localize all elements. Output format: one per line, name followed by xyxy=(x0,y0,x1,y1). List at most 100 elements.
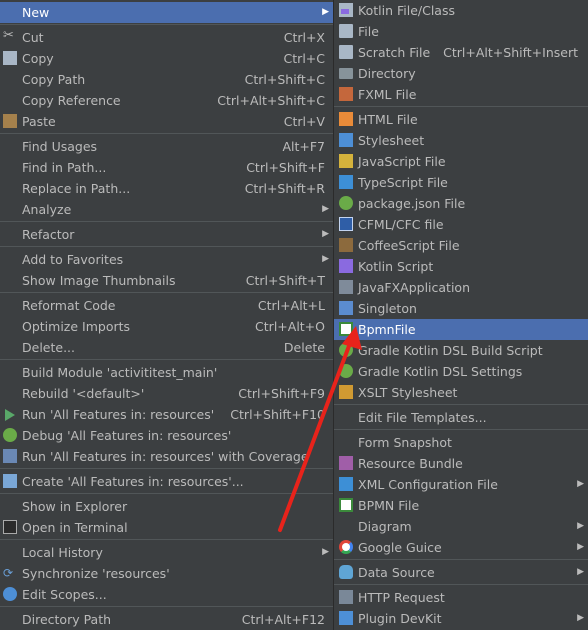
menu-item-copy-reference[interactable]: Copy Reference Ctrl+Alt+Shift+C xyxy=(0,90,333,111)
shortcut: Ctrl+Shift+T xyxy=(245,273,325,288)
css-file-icon xyxy=(339,133,353,147)
menu-item-label: BPMN File xyxy=(358,498,420,513)
menu-item-find-usages[interactable]: Find Usages Alt+F7 xyxy=(0,136,333,157)
submenu-item-bpmn-file[interactable]: BPMN File xyxy=(334,495,588,516)
menu-item-open-in-terminal[interactable]: Open in Terminal xyxy=(0,517,333,538)
gradle-icon xyxy=(339,364,353,378)
menu-item-run-coverage[interactable]: Run 'All Features in: resources' with Co… xyxy=(0,446,333,467)
menu-item-copy-path[interactable]: Copy Path Ctrl+Shift+C xyxy=(0,69,333,90)
menu-item-debug-all[interactable]: Debug 'All Features in: resources' xyxy=(0,425,333,446)
sync-icon: ⟳ xyxy=(3,566,14,580)
shortcut: Ctrl+V xyxy=(283,114,325,129)
menu-item-label: Optimize Imports xyxy=(22,319,131,334)
submenu-item-scratch-file[interactable]: Scratch File Ctrl+Alt+Shift+Insert xyxy=(334,42,588,63)
menu-item-replace-in-path[interactable]: Replace in Path... Ctrl+Shift+R xyxy=(0,178,333,199)
menu-item-refactor[interactable]: Refactor ▶ xyxy=(0,224,333,245)
kotlin-script-icon xyxy=(339,259,353,273)
submenu-item-google-guice[interactable]: Google Guice ▶ xyxy=(334,537,588,558)
menu-item-edit-scopes[interactable]: Edit Scopes... xyxy=(0,584,333,605)
submenu-item-xml-config[interactable]: XML Configuration File ▶ xyxy=(334,474,588,495)
menu-item-rebuild[interactable]: Rebuild '<default>' Ctrl+Shift+F9 xyxy=(0,383,333,404)
submenu-item-package-json[interactable]: package.json File xyxy=(334,193,588,214)
submenu-item-stylesheet[interactable]: Stylesheet xyxy=(334,130,588,151)
submenu-item-file[interactable]: File xyxy=(334,21,588,42)
menu-item-label: Gradle Kotlin DSL Build Script xyxy=(358,343,543,358)
submenu-item-data-source[interactable]: Data Source ▶ xyxy=(334,562,588,583)
submenu-item-kotlin-script[interactable]: Kotlin Script xyxy=(334,256,588,277)
menu-item-analyze[interactable]: Analyze ▶ xyxy=(0,199,333,220)
submenu-item-diagram[interactable]: Diagram ▶ xyxy=(334,516,588,537)
submenu-item-gradle-settings[interactable]: Gradle Kotlin DSL Settings xyxy=(334,361,588,382)
submenu-item-singleton[interactable]: Singleton xyxy=(334,298,588,319)
menu-item-local-history[interactable]: Local History ▶ xyxy=(0,542,333,563)
submenu-item-javascript[interactable]: JavaScript File xyxy=(334,151,588,172)
separator xyxy=(334,404,588,405)
menu-item-label: Local History xyxy=(22,545,103,560)
menu-item-find-in-path[interactable]: Find in Path... Ctrl+Shift+F xyxy=(0,157,333,178)
scissors-icon: ✂ xyxy=(3,28,14,43)
typescript-file-icon xyxy=(339,175,353,189)
menu-item-new[interactable]: New ▶ xyxy=(0,2,333,23)
separator xyxy=(0,493,333,494)
menu-item-directory-path[interactable]: Directory Path Ctrl+Alt+F12 xyxy=(0,609,333,630)
menu-item-label: Show Image Thumbnails xyxy=(22,273,176,288)
submenu-item-typescript[interactable]: TypeScript File xyxy=(334,172,588,193)
submenu-item-gradle-build[interactable]: Gradle Kotlin DSL Build Script xyxy=(334,340,588,361)
http-request-icon xyxy=(339,590,353,604)
run-config-icon xyxy=(3,474,17,488)
submenu-item-bpmnfile[interactable]: BpmnFile xyxy=(334,319,588,340)
submenu-item-xslt[interactable]: XSLT Stylesheet xyxy=(334,382,588,403)
menu-item-show-thumbnails[interactable]: Show Image Thumbnails Ctrl+Shift+T xyxy=(0,270,333,291)
submenu-arrow-icon: ▶ xyxy=(322,204,329,214)
new-submenu: Kotlin File/Class File Scratch File Ctrl… xyxy=(334,0,588,630)
menu-item-run-all[interactable]: Run 'All Features in: resources' Ctrl+Sh… xyxy=(0,404,333,425)
submenu-item-fxml[interactable]: FXML File xyxy=(334,84,588,105)
submenu-item-plugin-devkit[interactable]: Plugin DevKit ▶ xyxy=(334,608,588,629)
database-icon xyxy=(339,565,353,579)
menu-item-delete[interactable]: Delete... Delete xyxy=(0,337,333,358)
menu-item-add-to-favorites[interactable]: Add to Favorites ▶ xyxy=(0,249,333,270)
submenu-item-kotlin-file[interactable]: Kotlin File/Class xyxy=(334,0,588,21)
menu-item-label: Build Module 'activititest_main' xyxy=(22,365,218,380)
submenu-item-form-snapshot[interactable]: Form Snapshot xyxy=(334,432,588,453)
menu-item-label: Scratch File xyxy=(358,45,431,60)
menu-item-label: Kotlin Script xyxy=(358,259,434,274)
menu-item-label: Edit Scopes... xyxy=(22,587,107,602)
submenu-item-javafx[interactable]: JavaFXApplication xyxy=(334,277,588,298)
menu-item-label: Singleton xyxy=(358,301,417,316)
menu-item-create-all[interactable]: Create 'All Features in: resources'... xyxy=(0,471,333,492)
separator xyxy=(0,221,333,222)
menu-item-optimize-imports[interactable]: Optimize Imports Ctrl+Alt+O xyxy=(0,316,333,337)
submenu-item-resource-bundle[interactable]: Resource Bundle xyxy=(334,453,588,474)
separator xyxy=(334,584,588,585)
shortcut: Ctrl+Alt+O xyxy=(255,319,325,334)
menu-item-label: Reformat Code xyxy=(22,298,116,313)
submenu-item-edit-templates[interactable]: Edit File Templates... xyxy=(334,407,588,428)
google-icon xyxy=(339,540,353,554)
xslt-file-icon xyxy=(339,385,353,399)
submenu-item-html[interactable]: HTML File xyxy=(334,109,588,130)
menu-item-label: Plugin DevKit xyxy=(358,611,442,626)
shortcut: Ctrl+Shift+F9 xyxy=(238,386,325,401)
menu-item-label: Analyze xyxy=(22,202,72,217)
submenu-item-directory[interactable]: Directory xyxy=(334,63,588,84)
menu-item-label: Debug 'All Features in: resources' xyxy=(22,428,232,443)
menu-item-synchronize[interactable]: ⟳ Synchronize 'resources' xyxy=(0,563,333,584)
menu-item-cut[interactable]: ✂ Cut Ctrl+X xyxy=(0,27,333,48)
menu-item-label: Copy Reference xyxy=(22,93,121,108)
menu-item-show-in-explorer[interactable]: Show in Explorer xyxy=(0,496,333,517)
menu-item-copy[interactable]: Copy Ctrl+C xyxy=(0,48,333,69)
menu-item-paste[interactable]: Paste Ctrl+V xyxy=(0,111,333,132)
separator xyxy=(334,559,588,560)
submenu-item-cfml[interactable]: CFML/CFC file xyxy=(334,214,588,235)
menu-item-reformat-code[interactable]: Reformat Code Ctrl+Alt+L xyxy=(0,295,333,316)
run-icon xyxy=(5,409,15,421)
terminal-icon xyxy=(3,520,17,534)
shortcut: Ctrl+Shift+R xyxy=(244,181,325,196)
submenu-item-coffeescript[interactable]: CoffeeScript File xyxy=(334,235,588,256)
submenu-arrow-icon: ▶ xyxy=(577,542,584,552)
menu-item-label: Kotlin File/Class xyxy=(358,3,455,18)
shortcut: Ctrl+Shift+F10 xyxy=(230,407,325,422)
submenu-item-http-request[interactable]: HTTP Request xyxy=(334,587,588,608)
menu-item-build-module[interactable]: Build Module 'activititest_main' xyxy=(0,362,333,383)
